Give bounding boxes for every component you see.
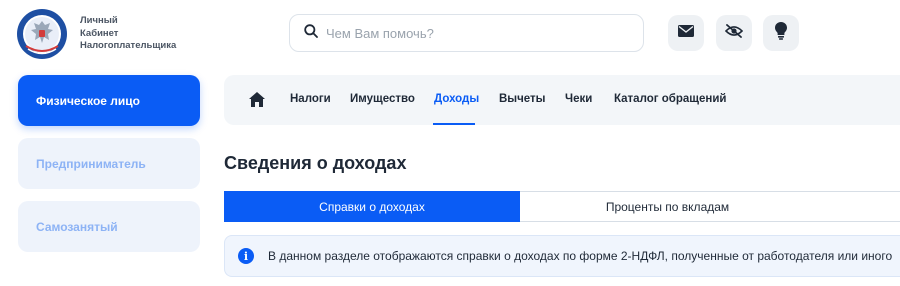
home-icon[interactable]	[249, 92, 265, 107]
tab-label: Справки о доходах	[319, 199, 425, 214]
brand-line: Кабинет	[80, 27, 119, 39]
tab-deposit-interest[interactable]: Проценты по вкладам	[520, 191, 815, 222]
sidebar-item-label: Самозанятый	[36, 219, 118, 234]
nav-item-appeals-catalog[interactable]: Каталог обращений	[614, 93, 726, 105]
lightbulb-icon	[775, 21, 787, 45]
search-input[interactable]	[326, 25, 616, 41]
search-box[interactable]	[289, 14, 644, 52]
sidebar-item-self-employed[interactable]: Самозанятый	[18, 201, 200, 252]
info-icon: i	[238, 248, 254, 264]
sidebar-item-label: Предприниматель	[36, 156, 146, 171]
tips-button[interactable]	[763, 15, 799, 51]
sidebar-item-individual[interactable]: Физическое лицо	[18, 75, 200, 126]
messages-button[interactable]	[668, 15, 704, 51]
sidebar-item-entrepreneur[interactable]: Предприниматель	[18, 138, 200, 189]
main-nav: Налоги Имущество Доходы Вычеты Чеки Ката…	[224, 75, 900, 125]
nav-item-deductions[interactable]: Вычеты	[499, 93, 546, 105]
brand-title[interactable]: Личный Кабинет Налогоплательщика	[80, 15, 176, 53]
eye-off-icon	[724, 23, 744, 43]
tab-income-certificates[interactable]: Справки о доходах	[224, 191, 520, 222]
search-icon	[304, 23, 318, 43]
nav-item-receipts[interactable]: Чеки	[565, 93, 592, 105]
tax-service-emblem-logo[interactable]	[16, 8, 68, 60]
active-tab-underline	[433, 123, 475, 125]
nav-item-taxes[interactable]: Налоги	[290, 93, 331, 105]
nav-item-property[interactable]: Имущество	[350, 93, 415, 105]
hide-values-button[interactable]	[716, 15, 752, 51]
nav-item-income[interactable]: Доходы	[434, 93, 479, 105]
mail-icon	[678, 24, 694, 42]
info-text: В данном разделе отображаются справки о …	[268, 249, 893, 263]
info-notice: i В данном разделе отображаются справки …	[224, 235, 900, 277]
brand-line: Личный	[80, 15, 118, 26]
page-title: Сведения о доходах	[224, 153, 407, 173]
brand-line: Налогоплательщика	[80, 40, 177, 51]
income-tabs: Справки о доходах Проценты по вкладам	[224, 191, 900, 222]
tab-label: Проценты по вкладам	[605, 199, 730, 214]
sidebar-item-label: Физическое лицо	[36, 93, 141, 108]
